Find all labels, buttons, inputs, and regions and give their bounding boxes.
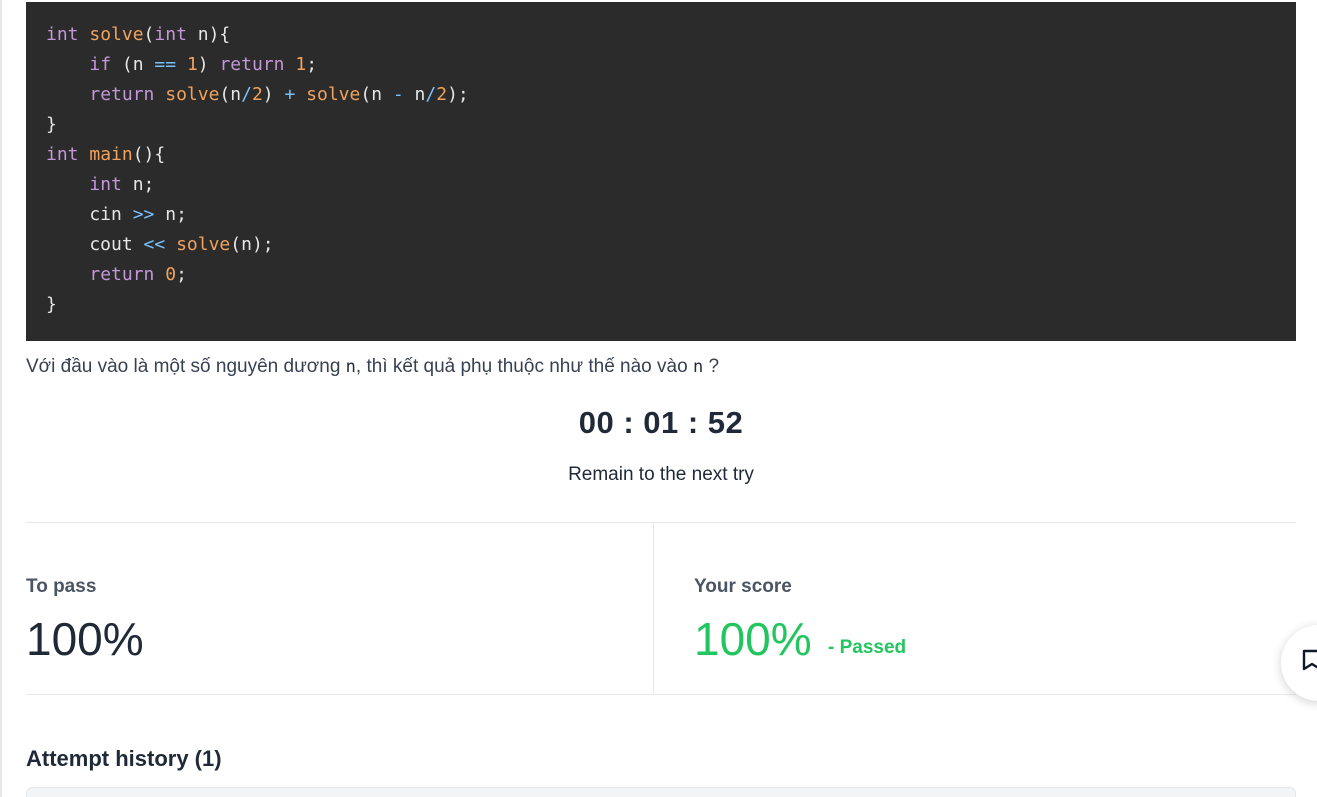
code-token: );: [447, 84, 469, 105]
quiz-result-page: int solve(int n){ if (n == 1) return 1; …: [0, 0, 1317, 797]
code-line: int n;: [46, 170, 1276, 200]
code-token: 2: [251, 84, 263, 105]
code-token: /: [241, 84, 252, 105]
code-line: return solve(n/2) + solve(n - n/2);: [46, 80, 1276, 110]
code-token: 0: [165, 264, 177, 285]
code-token: return: [89, 264, 155, 285]
code-token: solve: [176, 234, 231, 255]
question-part-3: ?: [703, 356, 720, 377]
code-token: ;: [306, 54, 318, 75]
code-token: ;: [176, 264, 187, 285]
code-token: (n);: [230, 234, 274, 255]
code-token: if: [89, 54, 112, 75]
attempt-history-table: [26, 787, 1296, 797]
code-token: main: [89, 144, 133, 165]
code-token: int: [154, 24, 187, 45]
code-line: }: [46, 290, 1276, 320]
code-token: (n: [360, 84, 393, 105]
code-token: int: [46, 24, 79, 45]
code-token: n){: [186, 24, 231, 45]
inline-code-n: n: [345, 357, 356, 377]
code-block: int solve(int n){ if (n == 1) return 1; …: [26, 2, 1296, 341]
code-token: 1: [186, 54, 198, 75]
code-token: cin: [46, 204, 133, 225]
code-token: int: [46, 144, 79, 165]
code-token: }: [46, 294, 57, 315]
code-token: /: [425, 84, 437, 105]
code-token: 2: [436, 84, 448, 105]
floating-action-button[interactable]: [1281, 625, 1317, 701]
code-token: >>: [132, 204, 155, 225]
inline-code-n: n: [692, 357, 704, 377]
code-line: }: [46, 110, 1276, 140]
retry-countdown-timer: 00 : 01 : 52: [578, 405, 744, 440]
divider: [26, 522, 1296, 523]
code-line: if (n == 1) return 1;: [46, 50, 1276, 80]
content-border: [0, 0, 2, 797]
code-token: cout: [46, 234, 144, 255]
code-token: return: [219, 54, 285, 75]
code-token: (n: [219, 84, 242, 105]
code-token: n;: [154, 204, 187, 225]
passed-status: - Passed: [828, 637, 907, 658]
code-line: int main(){: [46, 140, 1276, 170]
code-token: 1: [295, 54, 307, 75]
code-token: <<: [143, 234, 166, 255]
code-token: ==: [154, 54, 177, 75]
code-line: cout << solve(n);: [46, 230, 1276, 260]
question-text: Với đầu vào là một số nguyên dương n, th…: [26, 354, 1296, 380]
code-line: cin >> n;: [46, 200, 1276, 230]
to-pass-value: 100%: [26, 613, 144, 665]
code-token: int: [89, 174, 122, 195]
divider: [26, 694, 1296, 695]
code-line: return 0;: [46, 260, 1276, 290]
code-token: ): [197, 54, 220, 75]
attempt-history-title: Attempt history (1): [26, 746, 222, 771]
code-line: int solve(int n){: [46, 20, 1276, 50]
divider: [653, 522, 654, 695]
code-token: n: [403, 84, 426, 105]
code-token: (: [143, 24, 155, 45]
chat-bookmark-icon: [1302, 649, 1317, 671]
code-token: return: [89, 84, 155, 105]
to-pass-label: To pass: [26, 576, 97, 597]
code-token: ): [262, 84, 285, 105]
code-token: (){: [132, 144, 166, 165]
your-score-label: Your score: [694, 576, 792, 597]
code-token: +: [284, 84, 296, 105]
question-part-2: , thì kết quả phụ thuộc như thế nào vào: [355, 356, 693, 377]
code-token: n;: [121, 174, 155, 195]
code-token: solve: [306, 84, 361, 105]
your-score-value: 100%: [694, 613, 812, 665]
code-token: }: [46, 114, 57, 135]
code-token: solve: [89, 24, 144, 45]
code-token: -: [392, 84, 404, 105]
code-token: solve: [165, 84, 220, 105]
code-token: (n: [111, 54, 155, 75]
retry-countdown-caption: Remain to the next try: [568, 464, 754, 485]
question-part-1: Với đầu vào là một số nguyên dương: [26, 356, 346, 377]
